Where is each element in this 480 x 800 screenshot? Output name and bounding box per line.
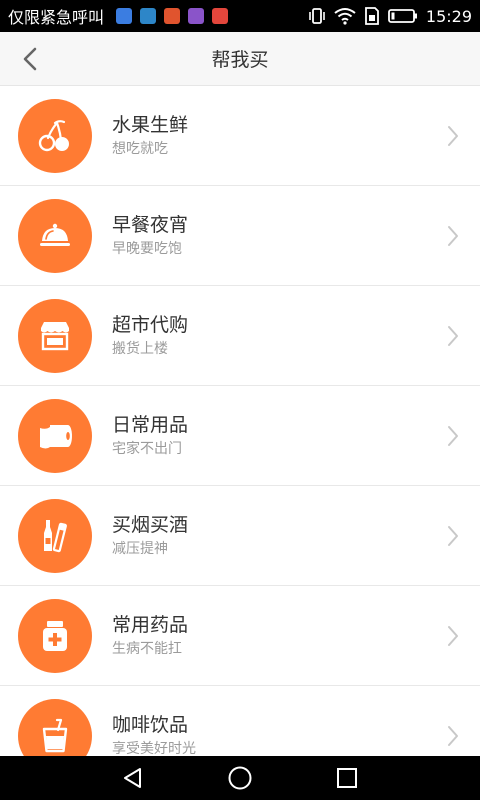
nav-home-button[interactable] xyxy=(218,756,262,800)
tissue-roll-icon xyxy=(40,424,72,448)
chevron-right-icon xyxy=(448,726,458,746)
icon-circle xyxy=(18,598,92,673)
nav-recents-button[interactable] xyxy=(325,756,369,800)
icon-circle xyxy=(18,498,92,573)
item-title: 咖啡饮品 xyxy=(112,713,189,736)
app-notification-icon xyxy=(188,8,205,24)
title-bar: 帮我买 xyxy=(0,32,480,86)
cherry-icon xyxy=(38,119,69,151)
navigation-bar xyxy=(0,756,480,800)
carrier-text: 仅限紧急呼叫 xyxy=(8,8,105,27)
item-subtitle: 想吃就吃 xyxy=(112,140,168,157)
category-list: 水果生鲜 想吃就吃 早餐夜宵 早晚要吃饱 超市代购 搬货上楼 日常用品 宅家不出… xyxy=(0,86,480,756)
item-text: 日常用品 宅家不出门 xyxy=(112,413,188,459)
icon-circle xyxy=(18,698,92,756)
vibrate-icon xyxy=(309,8,325,24)
battery-icon xyxy=(387,9,417,23)
item-text: 常用药品 生病不能扛 xyxy=(112,613,188,659)
status-bar: 仅限紧急呼叫 15:29 xyxy=(0,0,480,32)
icon-circle xyxy=(18,198,92,273)
circle-home-icon xyxy=(228,766,252,790)
list-item-breakfast[interactable]: 早餐夜宵 早晚要吃饱 xyxy=(0,186,480,286)
triangle-back-icon xyxy=(124,768,142,788)
item-text: 水果生鲜 想吃就吃 xyxy=(112,113,188,159)
notification-icons xyxy=(116,8,229,24)
status-right: 15:29 xyxy=(308,7,472,26)
icon-circle xyxy=(18,98,92,173)
item-subtitle: 享受美好时光 xyxy=(112,740,196,757)
item-subtitle: 宅家不出门 xyxy=(112,440,182,457)
item-text: 咖啡饮品 享受美好时光 xyxy=(112,713,196,757)
bottle-cigarette-icon xyxy=(44,519,67,552)
chevron-left-icon xyxy=(23,47,37,71)
storefront-icon xyxy=(41,321,69,350)
sim-icon xyxy=(364,7,379,25)
page-title: 帮我买 xyxy=(211,49,269,71)
app-notification-icon xyxy=(212,8,229,24)
app-notification-icon xyxy=(116,8,133,24)
list-item-supermarket[interactable]: 超市代购 搬货上楼 xyxy=(0,286,480,386)
list-item-daily-goods[interactable]: 日常用品 宅家不出门 xyxy=(0,386,480,486)
item-subtitle: 减压提神 xyxy=(112,540,168,557)
icon-circle xyxy=(18,298,92,373)
app-notification-icon xyxy=(164,8,181,24)
item-title: 早餐夜宵 xyxy=(112,213,189,236)
food-cloche-icon xyxy=(40,223,70,246)
item-title: 超市代购 xyxy=(112,313,189,336)
item-subtitle: 早晚要吃饱 xyxy=(112,240,182,257)
nav-back-button[interactable] xyxy=(111,756,155,800)
chevron-right-icon xyxy=(448,626,458,646)
item-text: 买烟买酒 减压提神 xyxy=(112,513,188,559)
item-title: 常用药品 xyxy=(112,613,189,636)
icon-circle xyxy=(18,398,92,473)
list-item-cigarettes-alcohol[interactable]: 买烟买酒 减压提神 xyxy=(0,486,480,586)
clock-time: 15:29 xyxy=(425,6,472,26)
app-notification-icon xyxy=(140,8,157,24)
item-subtitle: 生病不能扛 xyxy=(112,640,182,657)
chevron-right-icon xyxy=(448,426,458,446)
list-item-coffee-drinks[interactable]: 咖啡饮品 享受美好时光 xyxy=(0,686,480,756)
chevron-right-icon xyxy=(448,526,458,546)
app-screen: 仅限紧急呼叫 15:29 帮我买 水果生鲜 想吃就吃 早餐夜宵 早晚要吃饱 超市… xyxy=(0,0,480,800)
wifi-icon xyxy=(334,8,356,25)
item-text: 早餐夜宵 早晚要吃饱 xyxy=(112,213,188,259)
item-title: 买烟买酒 xyxy=(112,513,189,536)
status-left: 仅限紧急呼叫 xyxy=(8,4,229,28)
item-subtitle: 搬货上楼 xyxy=(112,340,168,357)
chevron-right-icon xyxy=(448,326,458,346)
square-recents-icon xyxy=(336,768,357,788)
item-text: 超市代购 搬货上楼 xyxy=(112,313,188,359)
list-item-fruit[interactable]: 水果生鲜 想吃就吃 xyxy=(0,86,480,186)
list-item-medicine[interactable]: 常用药品 生病不能扛 xyxy=(0,586,480,686)
drink-cup-icon xyxy=(42,718,68,752)
chevron-right-icon xyxy=(448,126,458,146)
chevron-right-icon xyxy=(448,226,458,246)
item-title: 日常用品 xyxy=(112,413,189,436)
item-title: 水果生鲜 xyxy=(112,113,189,136)
back-button[interactable] xyxy=(10,39,50,79)
medicine-bottle-icon xyxy=(43,620,67,651)
